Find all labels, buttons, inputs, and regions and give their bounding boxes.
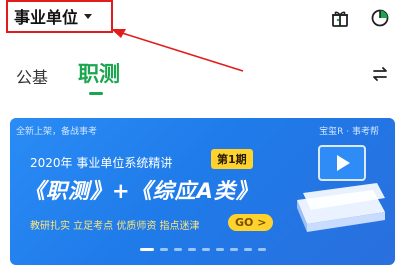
gift-icon[interactable] — [330, 8, 350, 28]
swap-arrows-icon[interactable] — [371, 65, 389, 83]
carousel-dot[interactable] — [159, 248, 168, 251]
episode-badge: 第1期 — [211, 149, 253, 169]
pie-chart-icon[interactable] — [370, 8, 390, 28]
banner-top-left: 全新上架，备战事考 — [16, 127, 98, 137]
carousel-dots — [10, 248, 395, 251]
tab-gongji[interactable]: 公基 — [16, 64, 48, 88]
active-tab-indicator — [89, 92, 103, 95]
carousel-dot[interactable] — [229, 248, 238, 251]
carousel-dot[interactable] — [215, 248, 224, 251]
carousel-dot[interactable] — [173, 248, 182, 251]
carousel-dot[interactable] — [257, 248, 266, 251]
banner-subtitle: 2020年 事业单位系统精讲 — [30, 156, 173, 170]
go-button[interactable]: GO > — [228, 214, 274, 231]
book-illustration — [297, 145, 385, 232]
banner-tagline: 教研扎实 立足考点 优质师资 指点迷津 — [30, 221, 200, 232]
banner-top-right: 宝玺R · 事考帮 — [319, 127, 379, 137]
carousel-dot[interactable] — [187, 248, 196, 251]
subject-tabs: 公基 职测 — [0, 54, 405, 96]
tab-zhice[interactable]: 职测 — [78, 58, 120, 88]
carousel-dot[interactable] — [139, 248, 154, 251]
top-bar: 事业单位 — [0, 0, 405, 72]
banner-main-title: 《职测》+《综应A类》 — [24, 179, 258, 203]
carousel-dot[interactable] — [201, 248, 210, 251]
promo-banner[interactable]: 全新上架，备战事考 宝玺R · 事考帮 2020年 事业单位系统精讲 第1期 《… — [10, 118, 395, 265]
carousel-dot[interactable] — [243, 248, 252, 251]
